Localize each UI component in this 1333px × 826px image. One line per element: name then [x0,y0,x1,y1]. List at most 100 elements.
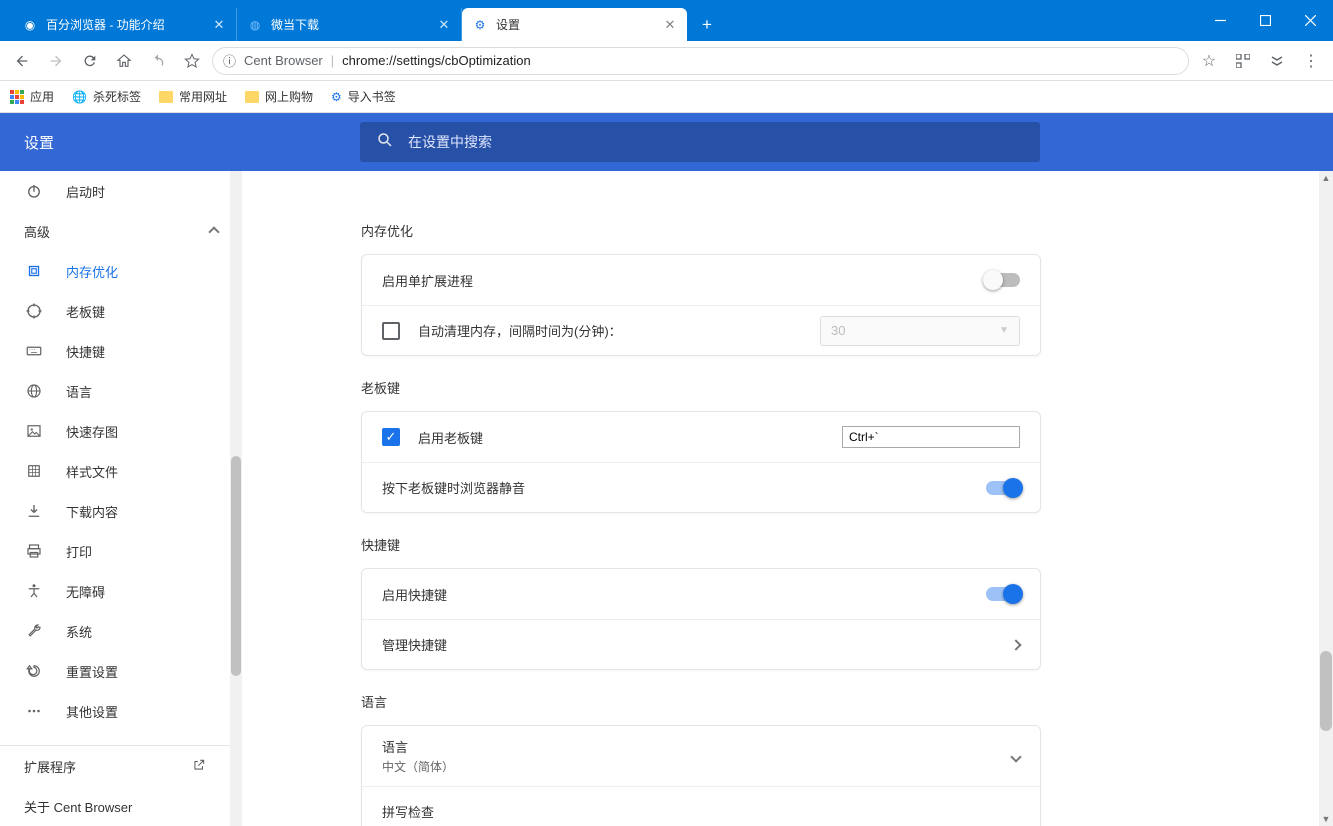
checkbox-enable-bosskey[interactable]: ✓ [382,428,400,446]
undo-button[interactable] [144,47,172,75]
folder-icon [245,91,259,103]
sidebar-item-other[interactable]: 其他设置 [0,691,242,731]
row-auto-clean[interactable]: 自动清理内存，间隔时间为(分钟)： 30 ▼ [362,305,1040,355]
sidebar-item-downloads[interactable]: 下载内容 [0,491,242,531]
sidebar-group-label: 高级 [24,222,50,241]
print-icon [24,541,44,561]
sidebar-item-label: 快速存图 [66,422,118,441]
row-manage-shortcuts[interactable]: 管理快捷键 [362,619,1040,669]
sidebar-item-startup[interactable]: 启动时 [0,171,242,211]
row-language[interactable]: 语言 中文（简体） [362,726,1040,786]
sidebar-item-system[interactable]: 系统 [0,611,242,651]
folder-icon [159,91,173,103]
qr-icon[interactable] [1229,47,1257,75]
common-folder[interactable]: 常用网址 [159,88,227,105]
scroll-down-arrow[interactable]: ▼ [1319,812,1333,826]
sidebar-footer: 扩展程序 关于 Cent Browser [0,745,230,826]
menu-button[interactable]: ⋮ [1297,47,1325,75]
row-spellcheck[interactable]: 拼写检查 [362,786,1040,826]
import-bookmarks[interactable]: ⚙ 导入书签 [331,88,396,105]
memory-card: 启用单扩展进程 自动清理内存，间隔时间为(分钟)： 30 ▼ [361,254,1041,356]
sidebar-item-language[interactable]: 语言 [0,371,242,411]
close-icon[interactable]: ✕ [437,18,451,32]
back-button[interactable] [8,47,36,75]
sidebar-item-snapshot[interactable]: 快速存图 [0,411,242,451]
browser-tab-0[interactable]: ◉ 百分浏览器 - 功能介绍 ✕ [12,8,237,41]
forward-button[interactable] [42,47,70,75]
keyboard-icon [24,341,44,361]
sidebar-item-label: 语言 [66,382,92,401]
chevron-down-icon [1012,749,1020,764]
sidebar-item-label: 内存优化 [66,262,118,281]
close-window-button[interactable] [1288,0,1333,41]
chip-icon [24,261,44,281]
gear-icon: ⚙ [331,90,342,104]
grid-icon [24,461,44,481]
window-titlebar: ◉ 百分浏览器 - 功能介绍 ✕ ◍ 微当下载 ✕ ⚙ 设置 ✕ + [0,0,1333,41]
sidebar-about[interactable]: 关于 Cent Browser [0,786,230,826]
sidebar-item-bosskey[interactable]: 老板键 [0,291,242,331]
checkbox-auto-clean[interactable] [382,322,400,340]
address-bar[interactable]: ⓘ Cent Browser | chrome://settings/cbOpt… [212,47,1189,75]
language-card: 语言 中文（简体） 拼写检查 [361,725,1041,826]
sidebar-item-label: 系统 [66,622,92,641]
apps-shortcut[interactable]: 应用 [10,88,54,105]
site-info-icon[interactable]: ⓘ [223,51,236,70]
browser-tab-2[interactable]: ⚙ 设置 ✕ [462,8,687,41]
wrench-icon [24,621,44,641]
shopping-folder[interactable]: 网上购物 [245,88,313,105]
tab-title: 设置 [496,16,655,33]
sidebar-item-label: 无障碍 [66,582,105,601]
scrollbar-thumb[interactable] [231,456,241,676]
sidebar-group-advanced[interactable]: 高级 [0,211,242,251]
main-scrollbar[interactable]: ▲ ▼ [1319,171,1333,826]
bookmark-label: 导入书签 [348,88,396,105]
bookmark-star-icon[interactable]: ☆ [1195,47,1223,75]
section-title-memory: 内存优化 [361,221,1041,240]
close-icon[interactable]: ✕ [212,18,226,32]
browser-tab-1[interactable]: ◍ 微当下载 ✕ [237,8,462,41]
row-single-ext[interactable]: 启用单扩展进程 [362,255,1040,305]
sidebar-extensions[interactable]: 扩展程序 [0,746,230,786]
hotkey-input[interactable] [842,426,1020,448]
search-input[interactable] [408,134,1024,150]
row-label: 自动清理内存，间隔时间为(分钟)： [418,321,820,340]
sidebar-item-label: 下载内容 [66,502,118,521]
sidebar-scrollbar[interactable] [230,171,242,826]
interval-select[interactable]: 30 ▼ [820,316,1020,346]
new-tab-button[interactable]: + [693,8,721,41]
sidebar-item-shortcuts[interactable]: 快捷键 [0,331,242,371]
favicon-icon: ◍ [247,17,263,33]
sidebar-item-accessibility[interactable]: 无障碍 [0,571,242,611]
close-icon[interactable]: ✕ [663,18,677,32]
toggle-mute[interactable] [986,481,1020,495]
toggle-shortcuts[interactable] [986,587,1020,601]
row-enable-shortcuts[interactable]: 启用快捷键 [362,569,1040,619]
sidebar-item-memory[interactable]: 内存优化 [0,251,242,291]
accessibility-icon [24,581,44,601]
chevrons-icon[interactable] [1263,47,1291,75]
sidebar-item-label: 重置设置 [66,662,118,681]
home-button[interactable] [110,47,138,75]
toggle-single-ext[interactable] [986,273,1020,287]
settings-search[interactable] [360,122,1040,162]
kill-tabs-bookmark[interactable]: 🌐 杀死标签 [72,88,141,105]
tab-strip: ◉ 百分浏览器 - 功能介绍 ✕ ◍ 微当下载 ✕ ⚙ 设置 ✕ + [0,0,1198,41]
maximize-button[interactable] [1243,0,1288,41]
row-sublabel: 中文（简体） [382,758,1012,775]
reload-button[interactable] [76,47,104,75]
sidebar-item-stylefiles[interactable]: 样式文件 [0,451,242,491]
scrollbar-thumb[interactable] [1320,651,1332,731]
sidebar-item-reset[interactable]: 重置设置 [0,651,242,691]
minimize-button[interactable] [1198,0,1243,41]
dots-icon [24,701,44,721]
sidebar-item-print[interactable]: 打印 [0,531,242,571]
row-mute-on-bosskey[interactable]: 按下老板键时浏览器静音 [362,462,1040,512]
star-button[interactable] [178,47,206,75]
row-enable-bosskey[interactable]: ✓ 启用老板键 [362,412,1040,462]
favicon-icon: ◉ [22,17,38,33]
scroll-up-arrow[interactable]: ▲ [1319,171,1333,185]
sidebar-item-label: 老板键 [66,302,105,321]
row-label: 拼写检查 [382,802,1020,821]
bookmark-label: 应用 [30,88,54,105]
